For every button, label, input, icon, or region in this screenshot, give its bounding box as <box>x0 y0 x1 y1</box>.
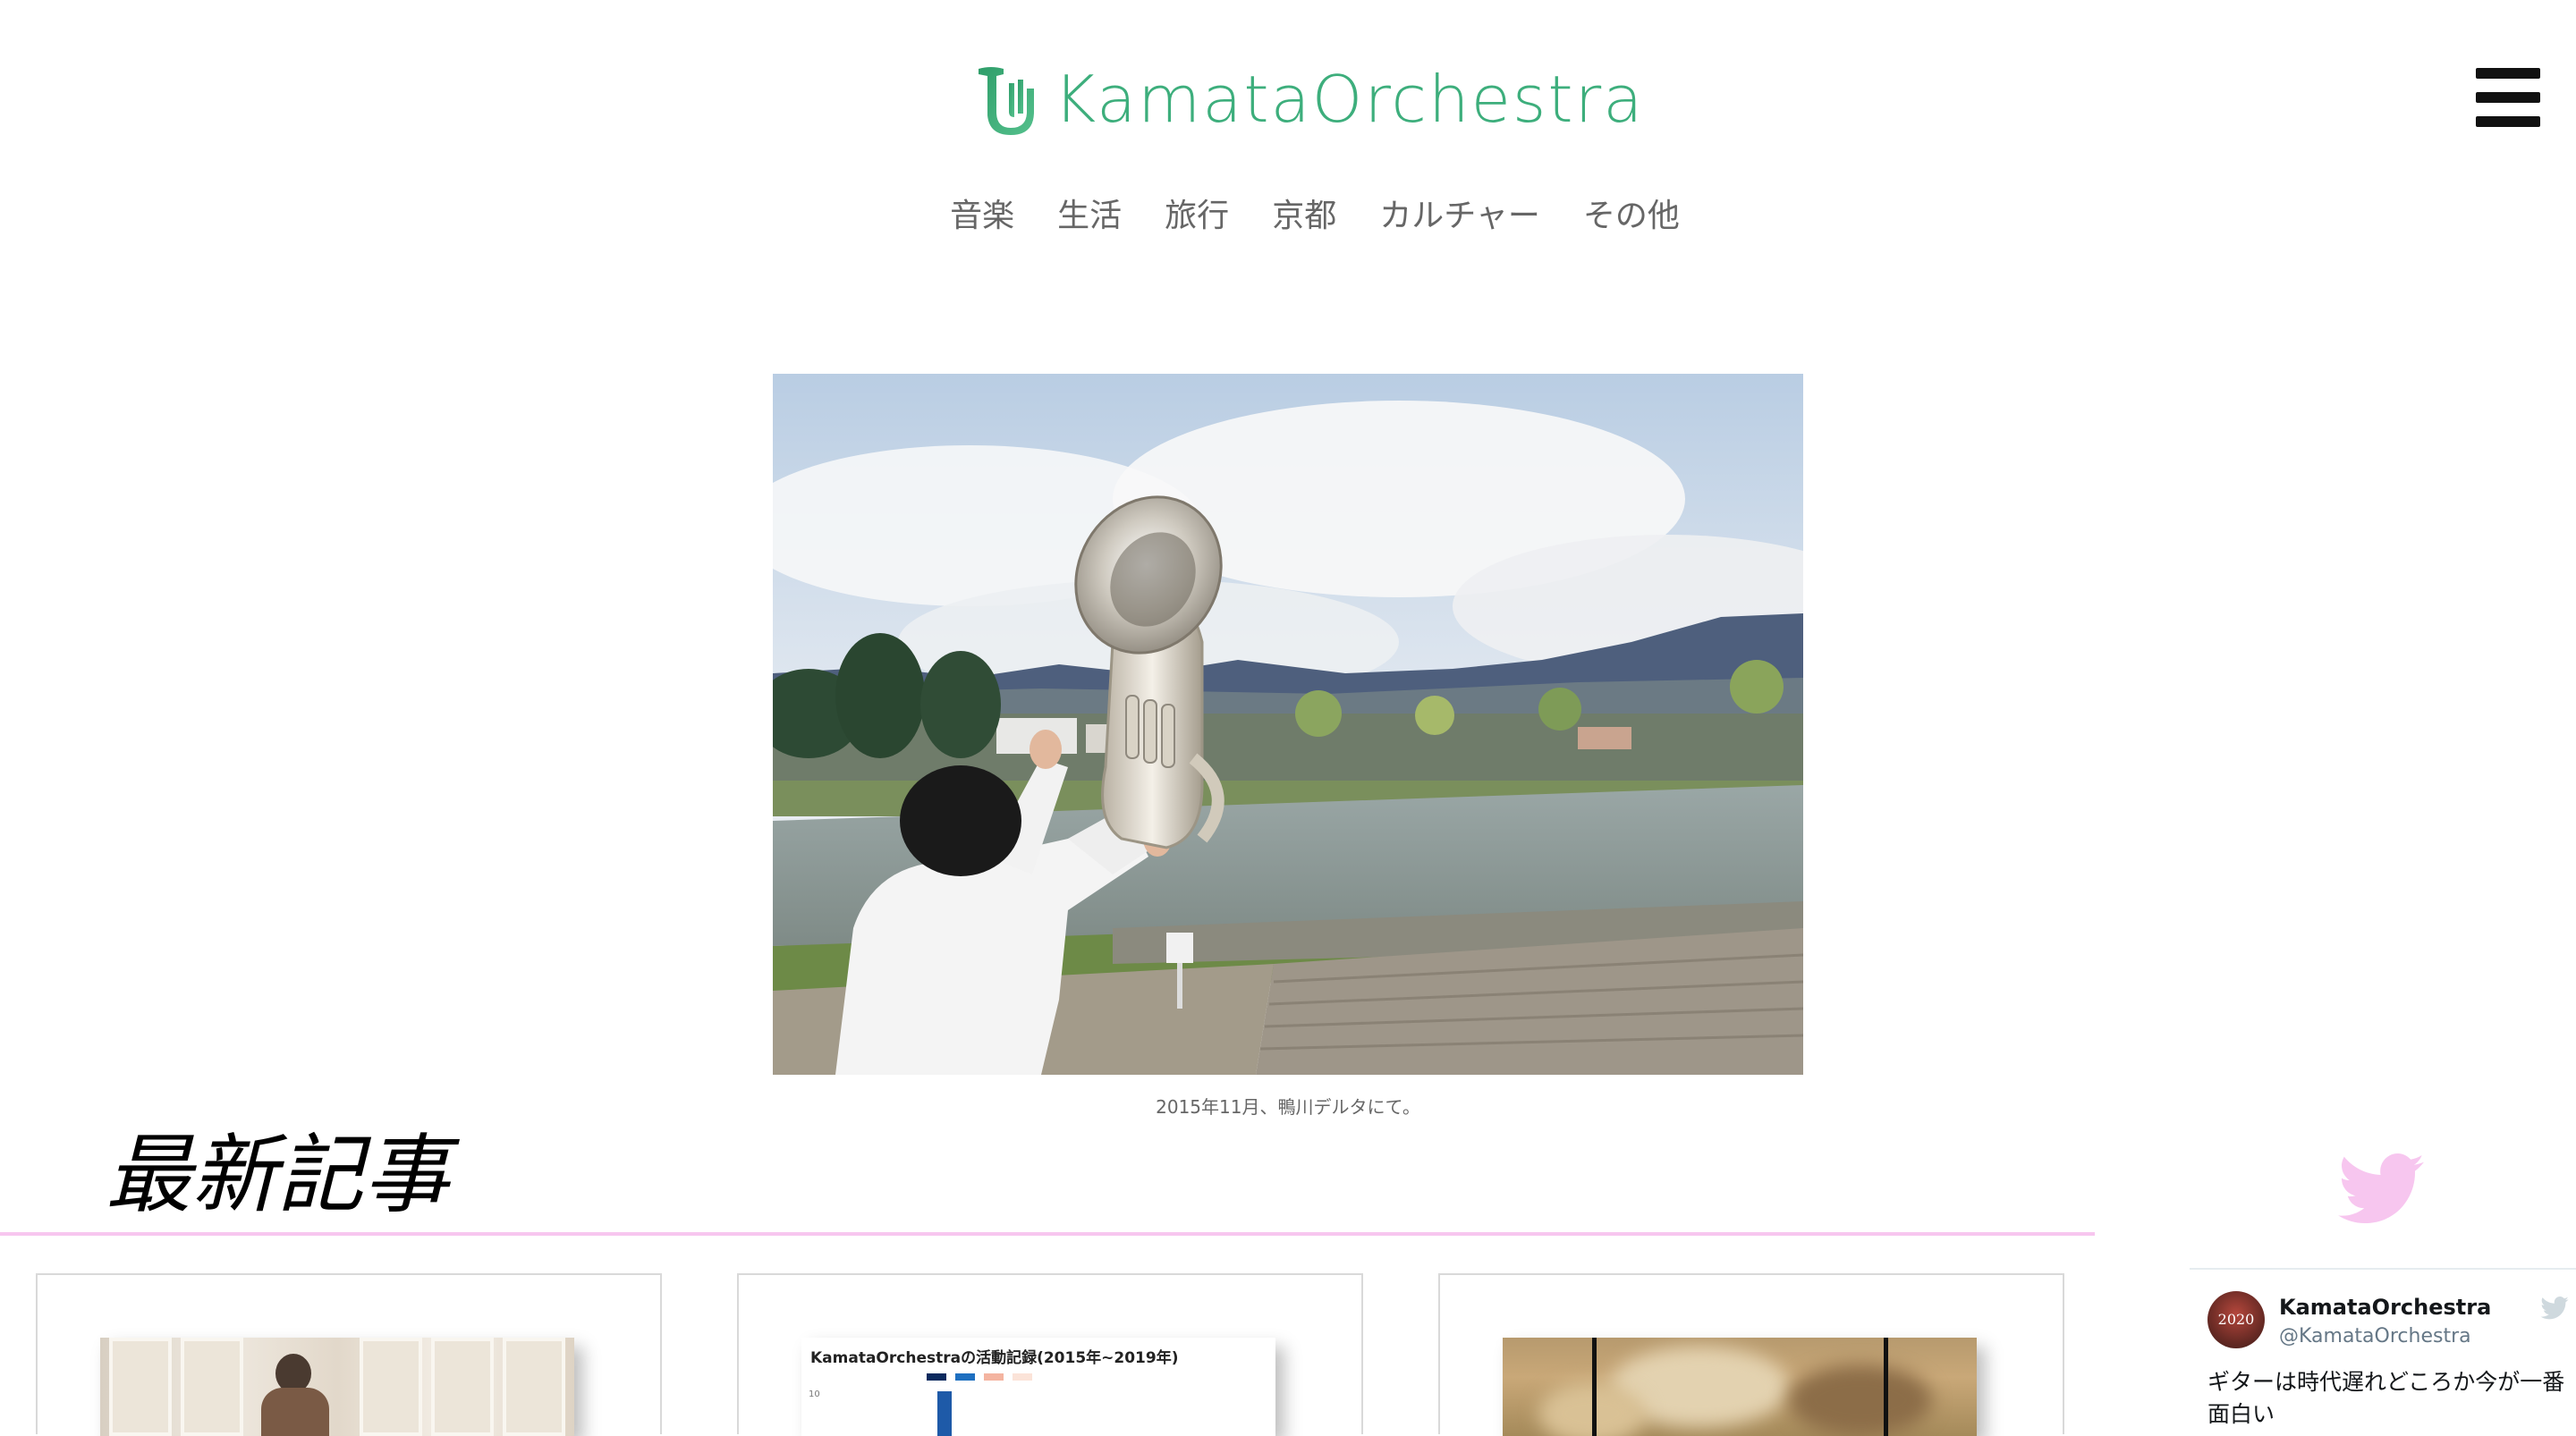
twitter-small-bird-icon[interactable] <box>2540 1297 2569 1320</box>
article-card[interactable]: KamataOrchestraの活動記録(2015年~2019年) 10 <box>737 1273 1363 1436</box>
hamburger-bar <box>2476 92 2540 103</box>
thumb-window <box>181 1338 243 1436</box>
thumb-post <box>1592 1338 1597 1436</box>
avatar[interactable]: 2020 <box>2207 1291 2265 1348</box>
article-thumbnail[interactable] <box>1503 1338 1977 1436</box>
site-logo[interactable]: KamataOrchestra <box>973 59 1644 139</box>
hero-photo-illustration <box>773 374 1803 1075</box>
avatar-text: 2020 <box>2217 1311 2255 1328</box>
logo-text: KamataOrchestra <box>1054 62 1645 137</box>
twitter-timeline[interactable]: 2020 KamataOrchestra @KamataOrchestra ギタ… <box>2190 1268 2576 1427</box>
legend-swatch <box>984 1373 1004 1381</box>
thumb-chart-ytick: 10 <box>809 1390 820 1399</box>
article-thumbnail[interactable]: KamataOrchestraの活動記録(2015年~2019年) 10 <box>801 1338 1275 1436</box>
euphonium-logo-icon <box>979 67 1034 135</box>
thumb-post <box>1884 1338 1888 1436</box>
article-card[interactable] <box>1438 1273 2064 1436</box>
nav-item-other[interactable]: その他 <box>1583 190 1680 236</box>
latest-articles-heading: 最新記事 <box>106 1125 449 1225</box>
thumb-blur <box>1789 1364 1932 1436</box>
article-thumbnail[interactable] <box>100 1338 574 1436</box>
thumb-person-body <box>261 1388 329 1436</box>
hamburger-bar <box>2476 68 2540 79</box>
hamburger-menu-button[interactable] <box>2476 68 2540 127</box>
nav-item-music[interactable]: 音楽 <box>950 190 1014 236</box>
thumb-chart-bar <box>937 1391 952 1436</box>
section-divider <box>0 1232 2095 1236</box>
legend-swatch <box>927 1373 946 1381</box>
legend-swatch <box>955 1373 975 1381</box>
thumb-window <box>503 1338 565 1436</box>
tweet-author-handle[interactable]: @KamataOrchestra <box>2279 1325 2471 1347</box>
legend-swatch <box>1013 1373 1032 1381</box>
thumb-chart-legend <box>927 1373 1032 1381</box>
thumb-window <box>109 1338 172 1436</box>
nav-item-travel[interactable]: 旅行 <box>1165 190 1229 236</box>
hero-photo <box>773 374 1803 1075</box>
article-card[interactable] <box>36 1273 662 1436</box>
twitter-bird-icon[interactable] <box>2338 1153 2424 1225</box>
thumb-window <box>360 1338 422 1436</box>
tweet-text: ギターは時代遅れどころか今が一番面白い <box>2207 1369 2565 1427</box>
category-nav: 音楽 生活 旅行 京都 カルチャー その他 <box>0 190 2576 236</box>
nav-item-kyoto[interactable]: 京都 <box>1272 190 1336 236</box>
nav-item-culture[interactable]: カルチャー <box>1379 190 1540 236</box>
hero-caption: 2015年11月、鴨川デルタにて。 <box>1156 1096 1420 1118</box>
thumb-chart-title: KamataOrchestraの活動記録(2015年~2019年) <box>810 1349 1179 1367</box>
tweet-author-name[interactable]: KamataOrchestra <box>2279 1295 2491 1320</box>
thumb-window <box>431 1338 494 1436</box>
nav-item-life[interactable]: 生活 <box>1057 190 1122 236</box>
hamburger-bar <box>2476 116 2540 127</box>
